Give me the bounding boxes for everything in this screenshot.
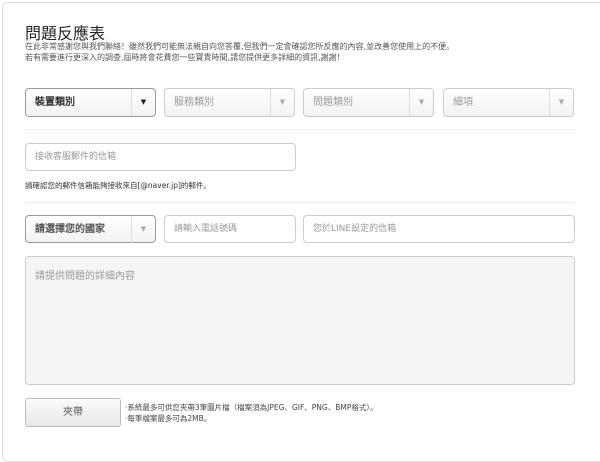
chevron-down-icon: ▼ [131, 89, 155, 116]
intro-line: 在此非常感謝您與我們聯絡！雖然我們可能無法親自向您答覆,但我們一定會確認您所反應… [25, 42, 455, 51]
select-label: 請選擇您的國家 [35, 224, 105, 235]
email-note: 請確認您的郵件信箱能夠接收來自[@naver.jp]的郵件。 [25, 181, 211, 190]
chevron-down-icon: ▼ [549, 89, 573, 116]
attach-notes: ‧系統最多可供您夾帶3筆圖片檔（檔案須為JPEG、GIF、PNG、BMP格式）。… [125, 402, 378, 424]
detail-item-select[interactable]: 細項 ▼ [443, 88, 574, 117]
line-email-input[interactable]: 您於LINE設定的信箱 [303, 215, 575, 243]
chevron-down-icon: ▼ [409, 89, 433, 116]
problem-category-select[interactable]: 問題類別 ▼ [303, 88, 434, 117]
attach-button[interactable]: 夾帶 [25, 398, 121, 427]
chevron-down-icon: ▼ [131, 216, 155, 243]
chevron-down-icon: ▼ [270, 89, 294, 116]
divider [25, 129, 575, 130]
divider [25, 202, 575, 203]
select-label: 服務類別 [174, 97, 214, 108]
attach-note: ‧系統最多可供您夾帶3筆圖片檔（檔案須為JPEG、GIF、PNG、BMP格式）。 [125, 403, 378, 412]
intro-line: 若有需要進行更深入的調查,屆時將會花費您一些寶貴時間,請您提供更多詳細的資訊,謝… [25, 53, 345, 62]
select-label: 問題類別 [313, 97, 353, 108]
select-label: 裝置類別 [35, 97, 75, 108]
country-select[interactable]: 請選擇您的國家 ▼ [25, 215, 156, 243]
attach-note: ‧每筆檔案最多可為2MB。 [125, 414, 212, 423]
device-category-select[interactable]: 裝置類別 ▼ [25, 88, 156, 117]
email-input[interactable]: 接收客服郵件的信箱 [25, 143, 296, 171]
select-label: 細項 [453, 97, 473, 108]
service-category-select[interactable]: 服務類別 ▼ [164, 88, 295, 117]
intro-text: 在此非常感謝您與我們聯絡！雖然我們可能無法親自向您答覆,但我們一定會確認您所反應… [25, 41, 454, 63]
details-textarea[interactable]: 請提供問題的詳細內容 [25, 256, 575, 385]
phone-input[interactable]: 請輸入電話號碼 [164, 215, 296, 243]
